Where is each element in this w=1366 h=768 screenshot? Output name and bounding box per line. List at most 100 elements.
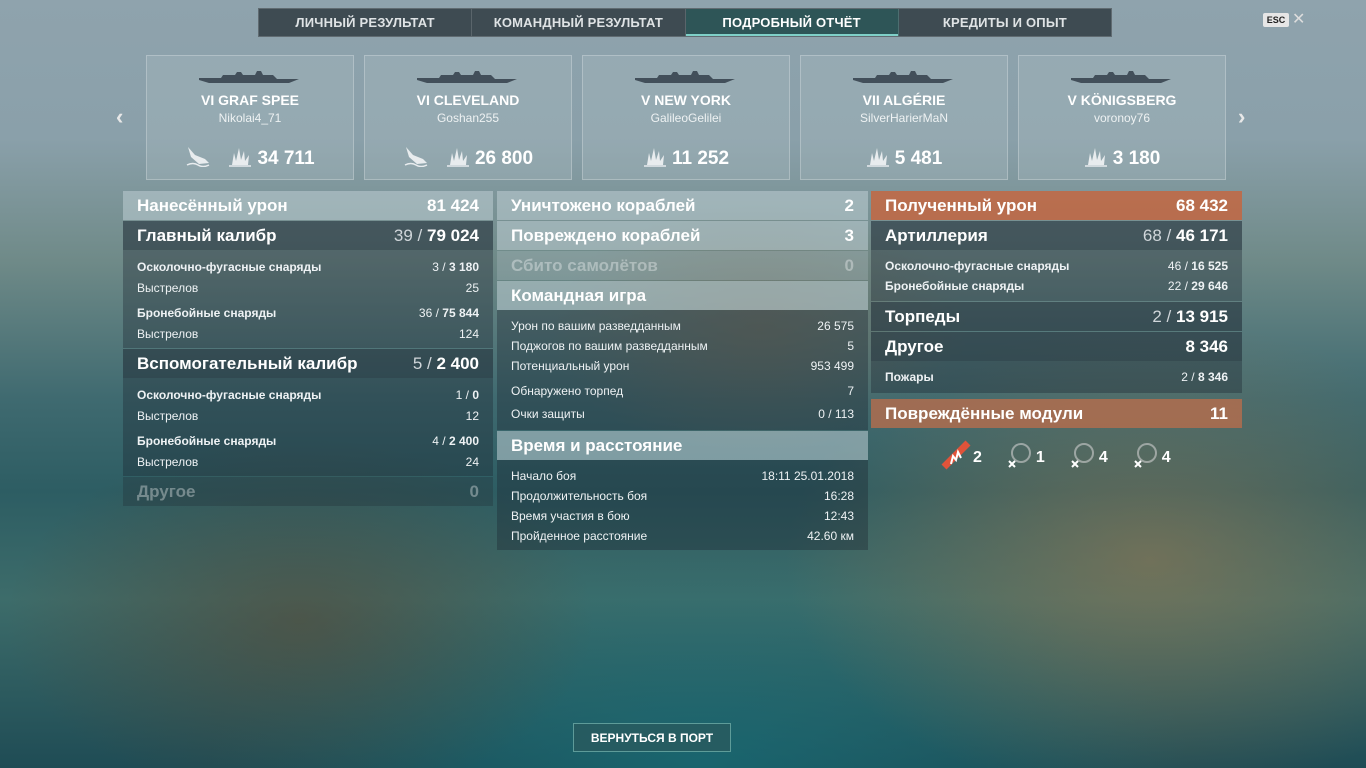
fires-damage: 8 346 — [1197, 370, 1228, 384]
ship-sunk-icon — [403, 145, 429, 172]
ship-card[interactable]: VI GRAF SPEE Nikolai4_71 34 711 — [146, 55, 354, 180]
team-play-row: Урон по вашим разведданным 26 575 — [497, 316, 868, 336]
ships-damaged-row: Повреждено кораблей 3 — [497, 221, 868, 250]
damage-dealt-panel: Нанесённый урон 81 424 Главный калибр 39… — [123, 191, 493, 506]
ships-damaged-value: 3 — [844, 225, 854, 245]
damage-received-label: Полученный урон — [885, 195, 1038, 215]
module-count: 2 — [973, 448, 982, 466]
main-he-shots: 25 — [465, 280, 479, 295]
planes-shot-label: Сбито самолётов — [511, 255, 658, 275]
damaged-module: 4 — [1130, 440, 1171, 475]
ship-damage-row: 3 180 — [1019, 145, 1225, 172]
damage-received-total: 68 432 — [1176, 195, 1228, 215]
received-other-row: Другое 8 346 — [871, 332, 1242, 361]
main-battery-icon — [941, 440, 971, 475]
tab-credits-xp[interactable]: КРЕДИТЫ И ОПЫТ — [899, 9, 1111, 36]
secondary-battery-icon — [1067, 440, 1097, 475]
main-ap-shots-label: Выстрелов — [137, 326, 199, 341]
ship-damage: 3 180 — [1112, 147, 1161, 169]
damage-icon — [1084, 145, 1108, 172]
main-he-shots-row: Выстрелов 25 — [123, 277, 493, 298]
main-battery-label: Главный калибр — [137, 225, 277, 245]
damaged-module: 2 — [941, 440, 982, 475]
report-tabs: ЛИЧНЫЙ РЕЗУЛЬТАТ КОМАНДНЫЙ РЕЗУЛЬТАТ ПОД… — [258, 8, 1112, 37]
damage-received-panel: Полученный урон 68 432 Артиллерия 68 / 4… — [871, 191, 1242, 475]
ship-card[interactable]: VI CLEVELAND Goshan255 26 800 — [364, 55, 572, 180]
team-play-value: 0 / 113 — [818, 407, 854, 421]
damage-dealt-label: Нанесённый урон — [137, 195, 288, 215]
ship-damage: 5 481 — [894, 147, 943, 169]
damage-icon — [446, 145, 470, 172]
tab-detailed-report[interactable]: ПОДРОБНЫЙ ОТЧЁТ — [685, 9, 899, 36]
esc-key-badge[interactable]: ESC — [1263, 13, 1289, 27]
secondary-battery-label: Вспомогательный калибр — [137, 353, 358, 373]
main-ap-damage: 75 844 — [442, 305, 479, 320]
module-count: 1 — [1035, 448, 1045, 466]
secondary-ap-row: Бронебойные снаряды 4 / 2 400 — [137, 433, 479, 448]
team-play-value: 5 — [847, 339, 854, 353]
received-ap-hits: 22 — [1167, 279, 1182, 293]
dealt-other-value: 0 — [469, 481, 479, 501]
secondary-ap-damage: 2 400 — [448, 433, 479, 448]
secondary-battery-hits: 5 — [412, 353, 423, 373]
ships-destroyed-label: Уничтожено кораблей — [511, 195, 696, 215]
time-distance-title: Время и расстояние — [511, 435, 683, 455]
secondary-battery-details: Осколочно-фугасные снаряды 1 / 0 Выстрел… — [123, 378, 493, 476]
ships-destroyed-value: 2 — [844, 195, 854, 215]
time-distance-value: 16:28 — [823, 489, 854, 503]
ship-damage: 26 800 — [474, 147, 534, 169]
damage-dealt-total: 81 424 — [427, 195, 479, 215]
carousel-next-icon[interactable]: › — [1238, 104, 1245, 130]
ship-silhouette-icon — [415, 70, 519, 84]
ship-card[interactable]: V NEW YORK GalileoGelilei 11 252 — [582, 55, 790, 180]
ship-sunk-icon — [185, 145, 211, 172]
team-play-details: Урон по вашим разведданным 26 575 Поджог… — [497, 310, 868, 430]
ship-damage: 34 711 — [257, 147, 315, 169]
damaged-modules-value: 11 — [1210, 403, 1228, 423]
secondary-he-damage: 0 — [472, 387, 479, 402]
ship-silhouette-icon — [851, 70, 955, 84]
artillery-row: Артиллерия 68 / 46 171 — [871, 221, 1242, 250]
module-count: 4 — [1098, 448, 1108, 466]
artillery-details: Осколочно-фугасные снаряды 46 / 16 525 Б… — [871, 250, 1242, 301]
team-play-row: Поджогов по вашим разведданным 5 — [497, 336, 868, 356]
main-he-damage: 3 180 — [448, 259, 479, 274]
dealt-other-label: Другое — [137, 481, 196, 501]
ship-damage-row: 5 481 — [801, 145, 1007, 172]
time-distance-label: Начало боя — [511, 469, 577, 483]
player-name: Nikolai4_71 — [218, 111, 282, 125]
time-distance-row: Продолжительность боя 16:28 — [497, 486, 868, 506]
time-distance-row: Время участия в бою 12:43 — [497, 506, 868, 526]
secondary-he-label: Осколочно-фугасные снаряды — [137, 387, 322, 402]
fires-label: Пожары — [885, 370, 934, 384]
ship-silhouette-icon — [633, 70, 737, 84]
return-to-port-button[interactable]: ВЕРНУТЬСЯ В ПОРТ — [573, 723, 731, 752]
module-count: 4 — [1161, 448, 1171, 466]
time-distance-value: 42.60 км — [807, 529, 854, 543]
received-he-hits: 46 — [1167, 259, 1182, 273]
team-play-value: 26 575 — [817, 319, 854, 333]
player-name: GalileoGelilei — [650, 111, 722, 125]
main-ap-row: Бронебойные снаряды 36 / 75 844 — [137, 305, 479, 320]
time-distance-details: Начало боя 18:11 25.01.2018 Продолжитель… — [497, 460, 868, 550]
main-battery-hits: 39 — [393, 225, 413, 245]
main-ap-label: Бронебойные снаряды — [137, 305, 277, 320]
main-ap-shots-row: Выстрелов 124 — [123, 323, 493, 344]
ship-card[interactable]: VII ALGÉRIE SilverHarierMaN 5 481 — [800, 55, 1008, 180]
artillery-label: Артиллерия — [885, 225, 988, 245]
ship-card[interactable]: V KÖNIGSBERG voronoy76 3 180 — [1018, 55, 1226, 180]
team-play-title: Командная игра — [511, 285, 647, 305]
team-play-label: Обнаружено торпед — [511, 384, 624, 398]
tab-personal-result[interactable]: ЛИЧНЫЙ РЕЗУЛЬТАТ — [259, 9, 473, 36]
carousel-prev-icon[interactable]: ‹ — [116, 104, 123, 130]
ships-destroyed-row: Уничтожено кораблей 2 — [497, 191, 868, 220]
team-play-row: Очки защиты 0 / 113 — [497, 402, 868, 426]
artillery-damage: 46 171 — [1176, 225, 1228, 245]
dealt-other-row: Другое 0 — [123, 477, 493, 506]
secondary-ap-shots: 24 — [465, 454, 479, 469]
damaged-modules-label: Повреждённые модули — [885, 403, 1084, 423]
close-icon[interactable]: ✕ — [1292, 9, 1305, 29]
tab-team-result[interactable]: КОМАНДНЫЙ РЕЗУЛЬТАТ — [472, 9, 686, 36]
ship-name: V NEW YORK — [641, 92, 731, 108]
team-play-label: Потенциальный урон — [511, 359, 630, 373]
